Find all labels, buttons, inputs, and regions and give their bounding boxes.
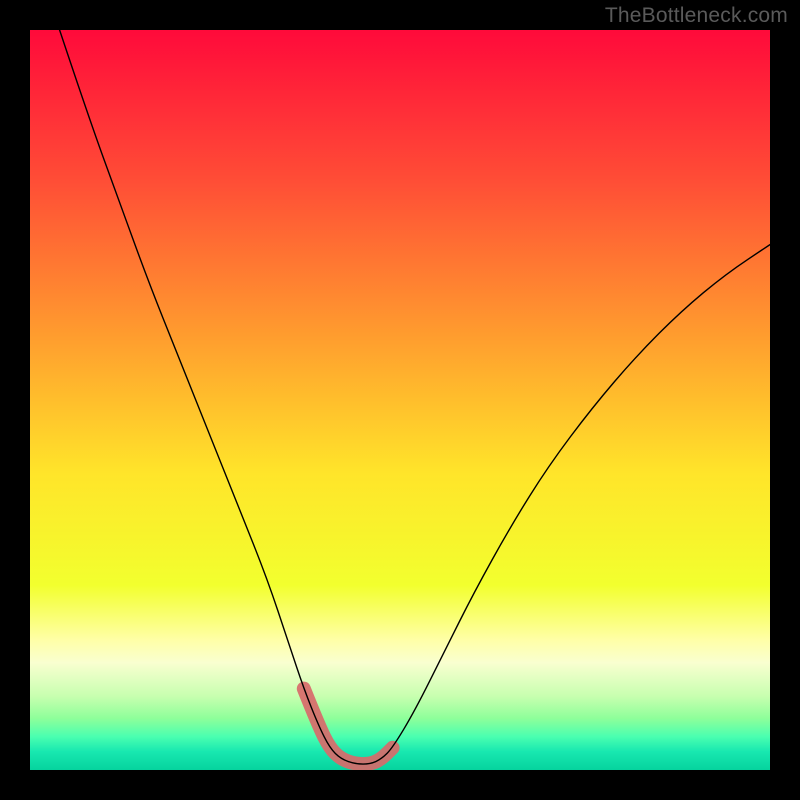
bottleneck-chart (30, 30, 770, 770)
gradient-background (30, 30, 770, 770)
chart-frame: TheBottleneck.com (0, 0, 800, 800)
plot-area (30, 30, 770, 770)
watermark-text: TheBottleneck.com (605, 4, 788, 28)
